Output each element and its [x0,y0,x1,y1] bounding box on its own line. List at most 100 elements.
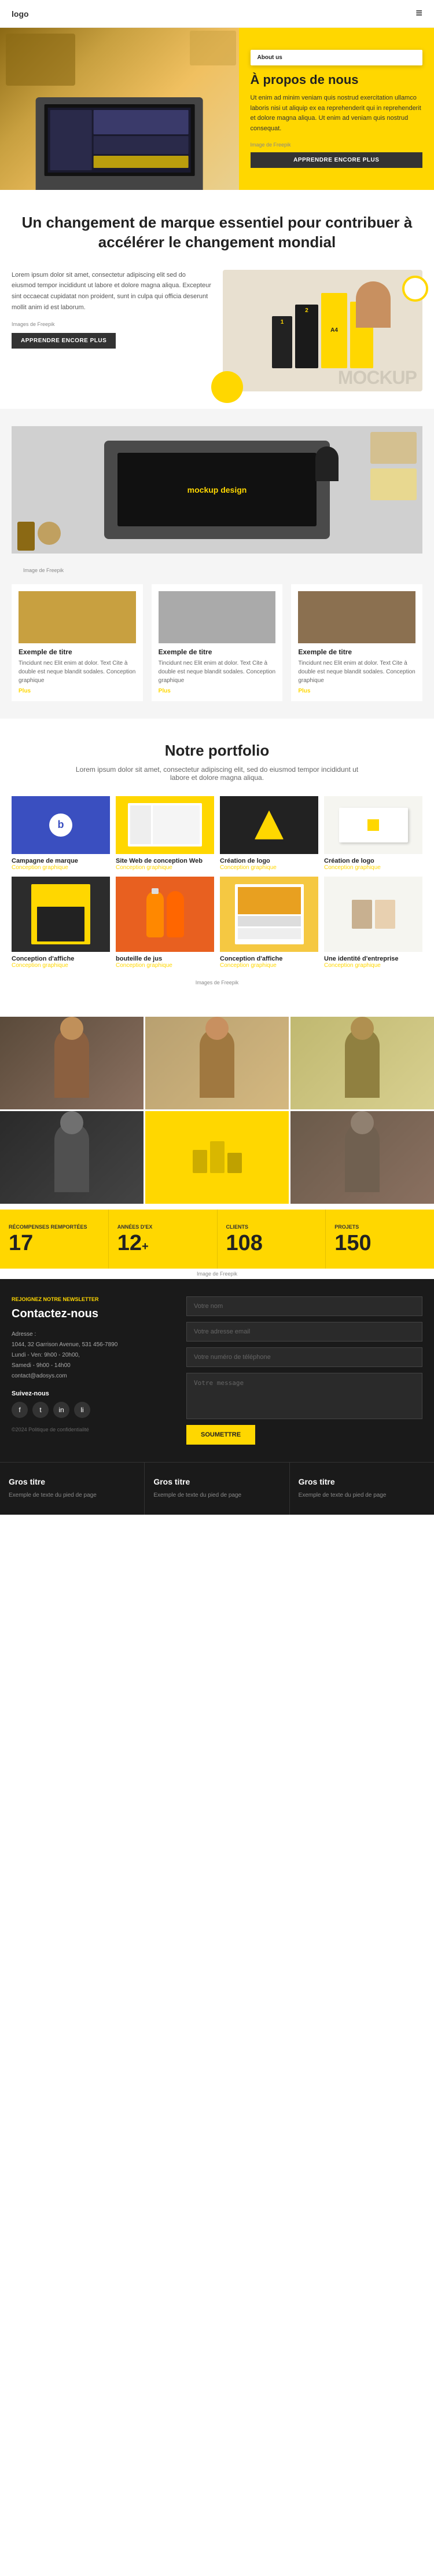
portfolio-image-1: b [12,796,110,854]
service-card-1: Exemple de titre Tincidunt nec Elit enim… [12,584,143,701]
book-3: A4 [321,293,347,368]
footer-title-1: Gros titre [9,1477,135,1486]
workspace-visual [193,1141,242,1173]
mockup-cta-button[interactable]: APPRENDRE ENCORE PLUS [12,333,116,349]
about-card: About us [251,50,423,65]
service-card-image-2 [159,591,276,643]
portfolio-description: Lorem ipsum dolor sit amet, consectetur … [72,765,362,782]
social-icons-row: f t in li [12,1402,169,1418]
name-input[interactable] [186,1296,422,1316]
address-label: Adresse : [12,1331,36,1338]
portfolio-item-4[interactable]: Création de logo Conception graphique [324,796,422,871]
juice-visual [116,877,214,952]
portfolio-cat-8: Conception graphique [324,962,422,969]
main-heading: Un changement de marque essentiel pour c… [17,213,417,252]
food-image [6,34,75,86]
footer-title-3: Gros titre [299,1477,425,1486]
service-card-image-1 [19,591,136,643]
portfolio-image-2 [116,796,214,854]
photo-4 [0,1111,144,1204]
services-cards: Exemple de titre Tincidunt nec Elit enim… [12,584,422,701]
food-image-2 [190,31,236,65]
service-read-more-3[interactable]: Plus [298,688,415,694]
stats-source: Image de Freepik [0,1269,434,1279]
email-input[interactable] [186,1322,422,1342]
portfolio-item-3[interactable]: Création de logo Conception graphique [220,796,318,871]
mockup-section: Lorem ipsum dolor sit amet, consectetur … [0,264,434,409]
card-logo [367,819,379,831]
person-silhouette-3 [345,1028,380,1098]
stat-item-3: CLIENTS 108 [218,1210,326,1269]
submit-button[interactable]: SOUMETTRE [186,1425,255,1445]
photo-grid-section [0,1017,434,1204]
side-item-1 [370,432,417,464]
photo-grid [0,1017,434,1204]
hero-source: Image de Freepik [251,142,423,148]
stat-item-2: ANNÉES D'EX 12+ [109,1210,218,1269]
hamburger-icon[interactable]: ≡ [415,7,422,20]
service-read-more-1[interactable]: Plus [19,688,136,694]
hero-section: About us À propos de nous Ut enim ad min… [0,28,434,190]
follow-us-label: Suivez-nous [12,1390,169,1397]
hero-image [0,28,239,190]
twitter-icon[interactable]: t [32,1402,49,1418]
li-letter: li [80,1406,83,1414]
services-screen: mockup design [117,453,317,527]
service-card-title-1: Exemple de titre [19,648,136,656]
logo-b-icon: b [49,814,72,837]
portfolio-cat-1: Conception graphique [12,864,110,871]
photo-2 [145,1017,289,1109]
phone-input[interactable] [186,1347,422,1367]
poster-image-area [37,907,84,941]
circle-decoration-2 [402,276,428,302]
portfolio-source: Images de Freepik [12,977,422,988]
hero-content: About us À propos de nous Ut enim ad min… [239,28,434,190]
poster-visual [12,877,110,952]
hero-cta-button[interactable]: APPRENDRE ENCORE PLUS [251,152,423,168]
facebook-icon[interactable]: f [12,1402,28,1418]
message-input[interactable] [186,1373,422,1419]
footer-text-1: Exemple de texte du pied de page [9,1491,135,1500]
contact-address-text: Adresse : 1044, 32 Garrison Avenue, 531 … [12,1329,169,1382]
laptop-screen [44,104,194,177]
hero-description: Ut enim ad minim veniam quis nostrud exe… [251,93,423,134]
service-read-more-2[interactable]: Plus [159,688,276,694]
portfolio-item-2[interactable]: Site Web de conception Web Conception gr… [116,796,214,871]
mockup-visual: 1 2 A4 4 MOCKUP [223,270,422,391]
bottle-cap [152,888,159,894]
person-silhouette-4 [54,1123,89,1192]
stat-item-4: PROJETS 150 [326,1210,434,1269]
identity-visual [324,877,422,952]
tw-letter: t [39,1406,41,1414]
stat-number-4: 150 [334,1232,425,1254]
about-label: About us [258,54,282,61]
stat-label-3: CLIENTS [226,1224,317,1230]
service-card-title-2: Exemple de titre [159,648,276,656]
character-silhouette [315,446,339,481]
hero-bg-image [0,28,239,190]
services-source: Image de Freepik [12,565,422,576]
portfolio-item-5[interactable]: Conception d'affiche Conception graphiqu… [12,877,110,969]
logo-creation-visual [220,796,318,854]
linkedin-icon[interactable]: li [74,1402,90,1418]
portfolio-item-6[interactable]: bouteille de jus Conception graphique [116,877,214,969]
services-image-content: mockup design [12,426,422,554]
books-visual: 1 2 A4 4 [272,293,373,368]
portfolio-item-7[interactable]: Conception d'affiche Conception graphiqu… [220,877,318,969]
poster-2-visual [220,877,318,952]
person-head [356,281,391,328]
portfolio-image-4 [324,796,422,854]
portfolio-item-8[interactable]: Une identité d'entreprise Conception gra… [324,877,422,969]
id-card-1 [352,900,372,929]
portfolio-item-1[interactable]: b Campagne de marque Conception graphiqu… [12,796,110,871]
footer: Gros titre Exemple de texte du pied de p… [0,1462,434,1515]
screen-block-3 [93,156,188,168]
contact-address: Adresse : 1044, 32 Garrison Avenue, 531 … [12,1329,169,1382]
contact-form: SOUMETTRE [186,1296,422,1445]
p2-mid [238,916,301,927]
book-label: A4 [330,327,338,334]
stat-number-2: 12+ [117,1232,208,1254]
photo-5 [145,1111,289,1204]
web-design-visual [116,796,214,854]
instagram-icon[interactable]: in [53,1402,69,1418]
